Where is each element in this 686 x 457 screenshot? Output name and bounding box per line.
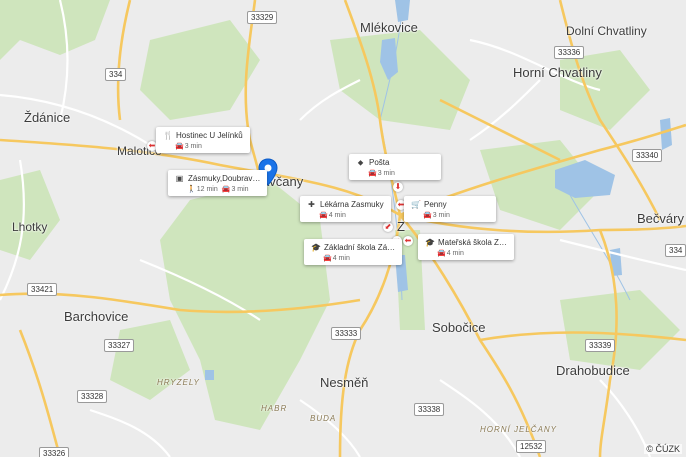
road-shield: 33328 — [77, 390, 108, 403]
place-label-becvary: Bečváry — [637, 211, 684, 226]
poi-name: Pošta — [369, 158, 390, 167]
car-icon: 🚘 — [323, 255, 332, 262]
poi-travel-time: 3 min — [231, 186, 249, 193]
poi-card-lekarna[interactable]: ✚ Lékárna Zasmuky 🚘4 min — [300, 196, 391, 222]
poi-travel-time: 4 min — [446, 250, 464, 257]
car-icon: 🚘 — [319, 212, 328, 219]
area-label-hryzely: HRYZELY — [157, 378, 200, 387]
road-shield: 33329 — [247, 11, 278, 24]
area-label-buda: BUDA — [310, 414, 337, 423]
poi-name: Lékárna Zasmuky — [320, 200, 384, 209]
map-marker-icon[interactable]: ⬅ — [403, 236, 413, 246]
post-office-icon: ⬥ — [357, 158, 364, 167]
pharmacy-icon: ✚ — [308, 200, 315, 209]
road-shield: 33421 — [27, 283, 58, 296]
poi-travel-time: 12 min — [196, 186, 218, 193]
poi-name: Mateřská škola Z… — [438, 238, 507, 247]
road-shield: 33333 — [331, 327, 362, 340]
road-shield: 334 — [105, 68, 127, 81]
place-label-zdanice: Ždánice — [24, 110, 71, 125]
map-marker-icon[interactable]: ⬋ — [383, 222, 393, 232]
place-label-barchovice: Barchovice — [64, 309, 129, 324]
road-shield: 33339 — [585, 339, 616, 352]
car-icon: 🚘 — [175, 143, 184, 150]
poi-name: Hostinec U Jelínků — [176, 131, 243, 140]
place-label-nesmen: Nesměň — [320, 375, 369, 390]
road-shield: 12532 — [516, 440, 547, 453]
car-icon: 🚘 — [437, 250, 446, 257]
poi-card-posta[interactable]: ⬥ Pošta 🚘3 min — [349, 154, 441, 180]
map-copyright: © ČÚZK — [644, 444, 682, 454]
restaurant-icon: 🍴 — [163, 131, 173, 140]
road-shield: 33338 — [414, 403, 445, 416]
poi-card-penny[interactable]: 🛒 Penny 🚘3 min — [404, 196, 496, 222]
poi-card-hostinec[interactable]: 🍴 Hostinec U Jelínků 🚘3 min — [156, 127, 250, 153]
road-shield: 33340 — [632, 149, 663, 162]
poi-card-bus-stop[interactable]: ▣ Zásmuky,Doubrav… 🚶12 min 🚘3 min — [168, 170, 268, 196]
place-label-horni-chvatliny: Horní Chvatliny — [513, 65, 602, 80]
road-shield: 334 — [665, 244, 686, 257]
poi-name: Základní škola Zá… — [324, 243, 396, 252]
car-icon: 🚘 — [423, 212, 432, 219]
walk-icon: 🚶 — [187, 186, 196, 193]
map-marker-icon[interactable]: ⬇ — [393, 182, 403, 192]
shopping-cart-icon: 🛒 — [411, 200, 421, 209]
school-icon: 🎓 — [425, 238, 435, 247]
place-label-drahobudice: Drahobudice — [556, 363, 630, 378]
poi-travel-time: 4 min — [328, 212, 346, 219]
school-icon: 🎓 — [311, 243, 321, 252]
map-view[interactable]: Mlékovice Dolní Chvatliny Horní Chvatlin… — [0, 0, 686, 457]
poi-card-materska-skola[interactable]: 🎓 Mateřská škola Z… 🚘4 min — [418, 234, 514, 260]
road-shield: 33336 — [554, 46, 585, 59]
area-label-horni-jelcany: HORNÍ JELČANY — [480, 425, 558, 434]
poi-travel-time: 3 min — [377, 170, 395, 177]
bus-icon: ▣ — [175, 174, 184, 183]
place-label-sobocice: Sobočice — [432, 320, 486, 335]
place-label-mlekovice: Mlékovice — [360, 20, 418, 35]
car-icon: 🚘 — [221, 186, 231, 193]
poi-travel-time: 3 min — [432, 212, 450, 219]
area-label-habr: HABR — [261, 404, 288, 413]
road-shield: 33327 — [104, 339, 135, 352]
place-label-dolni-chvatliny: Dolní Chvatliny — [566, 24, 647, 38]
car-icon: 🚘 — [368, 170, 377, 177]
poi-card-zakladni-skola[interactable]: 🎓 Základní škola Zá… 🚘4 min — [304, 239, 403, 265]
poi-name: Penny — [424, 200, 447, 209]
poi-travel-time: 4 min — [332, 255, 350, 262]
poi-travel-time: 3 min — [184, 143, 202, 150]
road-shield: 33326 — [39, 447, 70, 457]
poi-name: Zásmuky,Doubrav… — [188, 174, 261, 183]
place-label-lhotky: Lhotky — [12, 220, 48, 234]
